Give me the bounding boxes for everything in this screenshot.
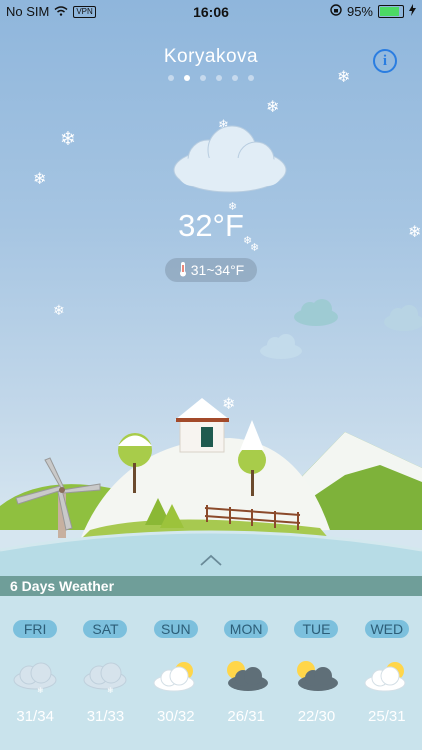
chevron-up-icon[interactable] xyxy=(199,553,223,572)
battery-icon xyxy=(378,5,404,18)
cloud-icon xyxy=(170,120,290,195)
day-temps: 26/31 xyxy=(227,708,265,725)
day-temps: 31/34 xyxy=(16,708,54,725)
forecast-temps-row: 31/34 31/33 30/32 26/31 22/30 25/31 xyxy=(0,708,422,725)
day-pill-fri[interactable]: FRI xyxy=(13,620,58,638)
temperature-range-badge: 31~34°F xyxy=(165,258,257,282)
status-bar: No SIM VPN 16:06 95% xyxy=(0,0,422,22)
page-dot[interactable] xyxy=(168,75,174,81)
snow-cloud-icon: ❄ xyxy=(10,660,60,695)
page-indicator[interactable] xyxy=(0,75,422,81)
day-pill-sat[interactable]: SAT xyxy=(83,620,128,638)
day-temps: 25/31 xyxy=(368,708,406,725)
small-cloud-icon xyxy=(258,332,304,365)
sun-cloud-icon xyxy=(362,660,412,694)
snowflake-icon: ❄ xyxy=(53,302,65,318)
snow-cloud-icon: ❄ xyxy=(80,660,130,695)
battery-fill xyxy=(380,7,399,16)
day-temps: 22/30 xyxy=(297,708,336,725)
snowflake-icon: ❄ xyxy=(250,242,260,254)
snowflake-icon: ❄ xyxy=(337,69,351,86)
small-cloud-icon xyxy=(292,297,340,332)
page-dot[interactable] xyxy=(232,75,238,81)
small-cloud-icon xyxy=(383,302,422,337)
day-temps: 30/32 xyxy=(157,708,195,725)
day-pill-tue[interactable]: TUE xyxy=(294,620,339,638)
page-dot[interactable] xyxy=(184,75,190,81)
day-pill-mon[interactable]: MON xyxy=(224,620,269,638)
charging-icon xyxy=(409,4,416,19)
info-icon[interactable]: i xyxy=(373,49,397,73)
sun-dark-cloud-icon xyxy=(291,660,341,694)
status-right: 95% xyxy=(330,4,416,19)
day-pill-wed[interactable]: WED xyxy=(364,620,409,638)
page-dot[interactable] xyxy=(200,75,206,81)
rotation-lock-icon xyxy=(330,4,342,19)
temperature-range: 31~34°F xyxy=(190,262,245,278)
current-temperature: 32°F xyxy=(178,208,244,243)
svg-text:❄: ❄ xyxy=(37,686,44,694)
city-name[interactable]: Koryakova xyxy=(0,46,422,68)
weather-screen: No SIM VPN 16:06 95% Koryakova i ❄ ❄ ❄ ❄… xyxy=(0,0,422,750)
forecast-icon-row: ❄ ❄ xyxy=(0,660,422,695)
battery-percent: 95% xyxy=(346,4,373,19)
svg-text:❄: ❄ xyxy=(107,686,114,694)
snowflake-icon: ❄ xyxy=(266,99,280,116)
snowflake-icon: ❄ xyxy=(60,129,76,150)
page-dot[interactable] xyxy=(216,75,222,81)
forecast-title: 6 Days Weather xyxy=(0,576,422,596)
thermometer-icon xyxy=(178,261,188,280)
snowflake-icon: ❄ xyxy=(33,171,47,188)
sun-cloud-icon xyxy=(151,660,201,694)
day-temps: 31/33 xyxy=(86,708,125,725)
forecast-day-row: FRI SAT SUN MON TUE WED xyxy=(0,620,422,638)
day-pill-sun[interactable]: SUN xyxy=(153,620,198,638)
page-dot[interactable] xyxy=(248,75,254,81)
sun-dark-cloud-icon xyxy=(221,660,271,694)
